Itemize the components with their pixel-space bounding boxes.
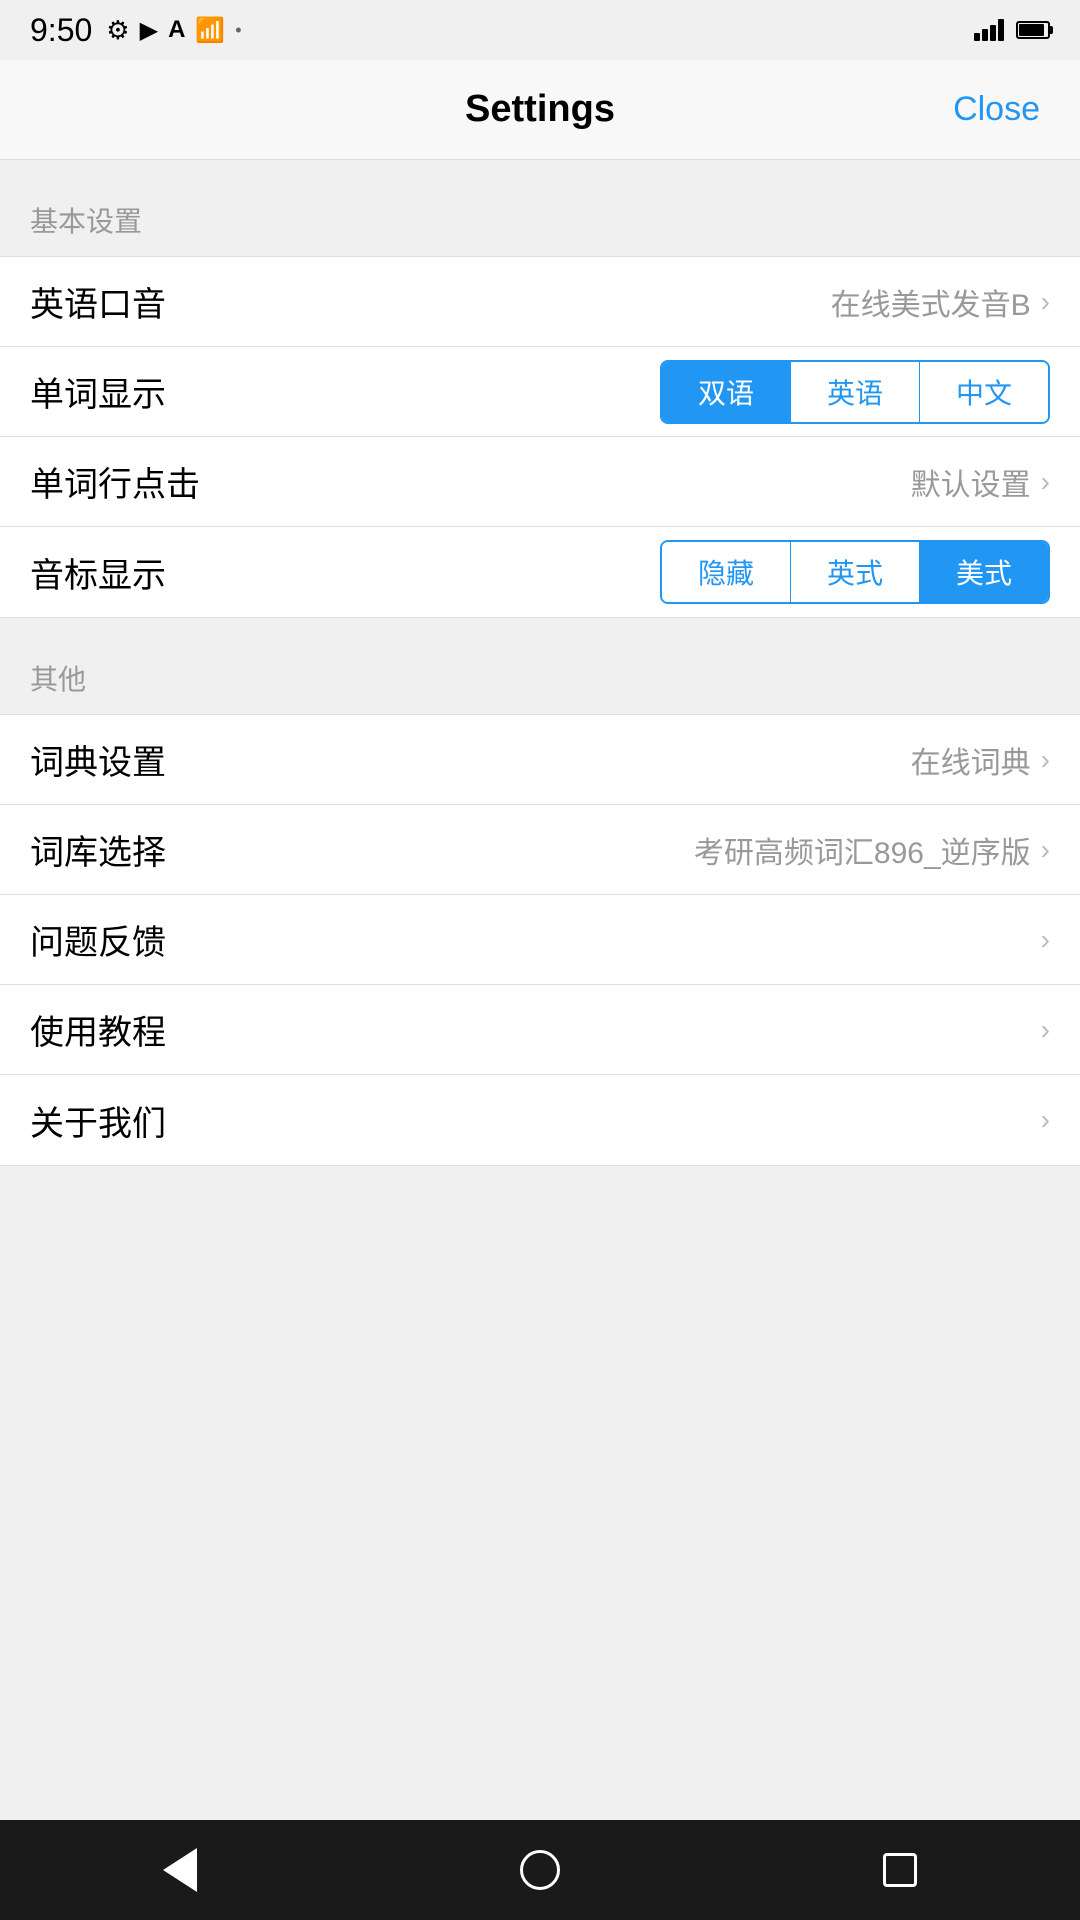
chevron-icon: › [1041,744,1050,776]
battery-icon [1016,21,1050,39]
signal-icon [974,19,1004,41]
row-label-word-display: 单词显示 [30,367,166,416]
chevron-icon: › [1041,466,1050,498]
word-display-segmented[interactable]: 双语 英语 中文 [660,360,1050,424]
recent-icon [883,1853,917,1887]
chevron-icon: › [1041,286,1050,318]
settings-list-basic: 英语口音 在线美式发音B › 单词显示 双语 英语 中文 单词行点击 默认设置 … [0,256,1080,618]
row-value-library: 考研高频词汇896_逆序版 › [694,828,1050,872]
accent-value-text: 在线美式发音B [831,280,1031,324]
row-label-feedback: 问题反馈 [30,915,166,964]
play-icon: ▶ [140,16,158,45]
section-label-other: 其他 [30,664,86,695]
nav-title: Settings [465,88,615,131]
row-value-word-click: 默认设置 › [911,460,1050,504]
content: 基本设置 英语口音 在线美式发音B › 单词显示 双语 英语 中文 单词行点击 … [0,160,1080,1493]
gear-icon: ⚙ [106,15,129,46]
row-value-feedback: › [1037,924,1050,956]
settings-row-word-display: 单词显示 双语 英语 中文 [0,347,1080,437]
seg-chinese[interactable]: 中文 [920,362,1048,422]
home-icon [520,1850,560,1890]
settings-row-feedback[interactable]: 问题反馈 › [0,895,1080,985]
row-label-word-click: 单词行点击 [30,457,200,506]
back-button[interactable] [140,1830,220,1910]
settings-row-word-click[interactable]: 单词行点击 默认设置 › [0,437,1080,527]
status-left: 9:50 ⚙ ▶ A 📶 • [30,12,242,49]
dot-icon: • [235,20,241,41]
status-time: 9:50 [30,12,92,49]
seg-bilingual[interactable]: 双语 [662,362,791,422]
wifi-icon: 📶 [195,16,225,45]
row-value-tutorial: › [1037,1014,1050,1046]
a-icon: A [168,16,185,44]
settings-row-dict[interactable]: 词典设置 在线词典 › [0,715,1080,805]
chevron-icon: › [1041,924,1050,956]
bottom-nav-bar [0,1820,1080,1920]
back-icon [163,1848,197,1892]
phonetic-segmented[interactable]: 隐藏 英式 美式 [660,540,1050,604]
row-value-dict: 在线词典 › [911,738,1050,782]
section-header-basic: 基本设置 [0,160,1080,256]
section-header-other: 其他 [0,618,1080,714]
recent-button[interactable] [860,1830,940,1910]
row-label-phonetic: 音标显示 [30,548,166,597]
status-bar: 9:50 ⚙ ▶ A 📶 • [0,0,1080,60]
section-label-basic: 基本设置 [30,206,142,237]
chevron-icon: › [1041,1014,1050,1046]
row-label-tutorial: 使用教程 [30,1005,166,1054]
dict-value-text: 在线词典 [911,738,1031,782]
seg-hide[interactable]: 隐藏 [662,542,791,602]
seg-english[interactable]: 英语 [791,362,920,422]
row-label-library: 词库选择 [30,825,166,874]
seg-american[interactable]: 美式 [920,542,1048,602]
spacer [0,1493,1080,1820]
seg-british[interactable]: 英式 [791,542,920,602]
chevron-icon: › [1041,1104,1050,1136]
word-click-value-text: 默认设置 [911,460,1031,504]
nav-bar: Settings Close [0,60,1080,160]
row-label-about: 关于我们 [30,1096,166,1145]
row-value-accent: 在线美式发音B › [831,280,1050,324]
settings-row-accent[interactable]: 英语口音 在线美式发音B › [0,257,1080,347]
settings-row-library[interactable]: 词库选择 考研高频词汇896_逆序版 › [0,805,1080,895]
chevron-icon: › [1041,834,1050,866]
status-right [974,19,1050,41]
status-icons: ⚙ ▶ A 📶 • [106,15,241,46]
close-button[interactable]: Close [953,90,1040,129]
row-label-accent: 英语口音 [30,277,166,326]
settings-row-phonetic: 音标显示 隐藏 英式 美式 [0,527,1080,617]
settings-row-tutorial[interactable]: 使用教程 › [0,985,1080,1075]
library-value-text: 考研高频词汇896_逆序版 [694,828,1031,872]
settings-list-other: 词典设置 在线词典 › 词库选择 考研高频词汇896_逆序版 › 问题反馈 › … [0,714,1080,1166]
battery-fill [1019,24,1044,36]
row-value-about: › [1037,1104,1050,1136]
row-label-dict: 词典设置 [30,735,166,784]
settings-row-about[interactable]: 关于我们 › [0,1075,1080,1165]
home-button[interactable] [500,1830,580,1910]
